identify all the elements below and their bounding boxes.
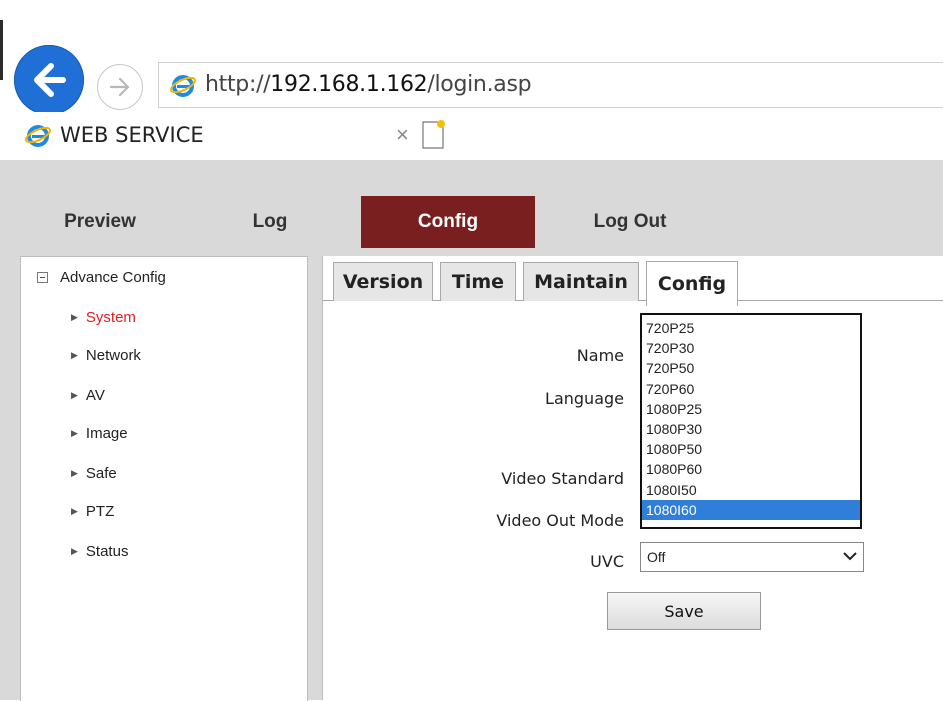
- dropdown-option[interactable]: 1080P60: [642, 459, 860, 479]
- triangle-right-icon: ▶: [71, 506, 78, 516]
- sidebar-item-av[interactable]: ▶ AV: [71, 387, 105, 404]
- name-label: Name: [576, 346, 624, 365]
- triangle-right-icon: ▶: [71, 390, 78, 400]
- sidebar: Advance Config ▶ System ▶ Network ▶ AV ▶ Ima…: [20, 256, 308, 701]
- nav-preview[interactable]: Preview: [40, 196, 160, 248]
- dropdown-option-selected[interactable]: 1080I60: [642, 499, 860, 520]
- triangle-right-icon: ▶: [71, 350, 78, 360]
- sidebar-item-safe[interactable]: ▶ Safe: [71, 465, 117, 482]
- browser-tab[interactable]: WEB SERVICE ×: [18, 112, 409, 158]
- tab-time[interactable]: Time: [440, 262, 516, 301]
- sidebar-item-network[interactable]: ▶ Network: [71, 347, 141, 364]
- tree-root-label: Advance Config: [60, 269, 166, 286]
- back-button[interactable]: [14, 45, 84, 115]
- video-out-mode-dropdown-list[interactable]: 720P25 720P30 720P50 720P60 1080P25 1080…: [640, 313, 862, 529]
- tree-root-advance-config[interactable]: Advance Config: [37, 269, 166, 286]
- nav-config[interactable]: Config: [361, 196, 535, 248]
- main-nav: Preview Log Config Log Out: [0, 196, 943, 248]
- dropdown-option[interactable]: 720P50: [642, 358, 860, 378]
- ie-logo-icon: [170, 75, 196, 97]
- chevron-down-icon: [843, 552, 857, 561]
- tab-config[interactable]: Config: [646, 261, 738, 306]
- dropdown-option[interactable]: 720P25: [642, 318, 860, 338]
- sidebar-item-system[interactable]: ▶ System: [71, 309, 136, 326]
- dropdown-option[interactable]: 720P30: [642, 338, 860, 358]
- arrow-right-icon: [109, 77, 130, 97]
- browser-toolbar: http://192.168.1.162/login.asp: [0, 0, 943, 115]
- uvc-select[interactable]: Off: [640, 542, 864, 572]
- address-bar[interactable]: http://192.168.1.162/login.asp: [158, 62, 943, 108]
- sidebar-item-image[interactable]: ▶ Image: [71, 425, 128, 442]
- dropdown-option[interactable]: 1080P50: [642, 439, 860, 459]
- triangle-right-icon: ▶: [71, 312, 78, 322]
- sidebar-item-status[interactable]: ▶ Status: [71, 543, 128, 560]
- nav-logout[interactable]: Log Out: [555, 196, 705, 248]
- triangle-right-icon: ▶: [71, 546, 78, 556]
- tab-version[interactable]: Version: [333, 262, 433, 301]
- ie-logo-icon: [25, 125, 51, 147]
- tab-strip: WEB SERVICE ×: [0, 112, 943, 158]
- video-out-mode-label: Video Out Mode: [496, 511, 624, 530]
- collapse-icon[interactable]: [37, 272, 48, 283]
- triangle-right-icon: ▶: [71, 428, 78, 438]
- tab-close-icon[interactable]: ×: [396, 122, 409, 148]
- uvc-label: UVC: [590, 552, 624, 571]
- dropdown-option[interactable]: 1080I50: [642, 480, 860, 500]
- dropdown-option[interactable]: 720P60: [642, 379, 860, 399]
- sidebar-item-ptz[interactable]: ▶ PTZ: [71, 503, 114, 520]
- triangle-right-icon: ▶: [71, 468, 78, 478]
- arrow-left-icon: [34, 63, 66, 97]
- new-tab-icon[interactable]: [420, 118, 446, 150]
- dropdown-option[interactable]: 1080P30: [642, 419, 860, 439]
- forward-button[interactable]: [97, 64, 143, 110]
- tab-maintain[interactable]: Maintain: [523, 262, 639, 301]
- page-header: [0, 160, 943, 196]
- dropdown-option[interactable]: 1080P25: [642, 399, 860, 419]
- nav-log[interactable]: Log: [205, 196, 335, 248]
- save-button[interactable]: Save: [607, 592, 761, 630]
- video-standard-label: Video Standard: [501, 469, 624, 488]
- tab-title: WEB SERVICE: [60, 123, 204, 147]
- language-label: Language: [545, 389, 624, 408]
- uvc-select-value: Off: [647, 549, 666, 565]
- url-text: http://192.168.1.162/login.asp: [205, 72, 532, 97]
